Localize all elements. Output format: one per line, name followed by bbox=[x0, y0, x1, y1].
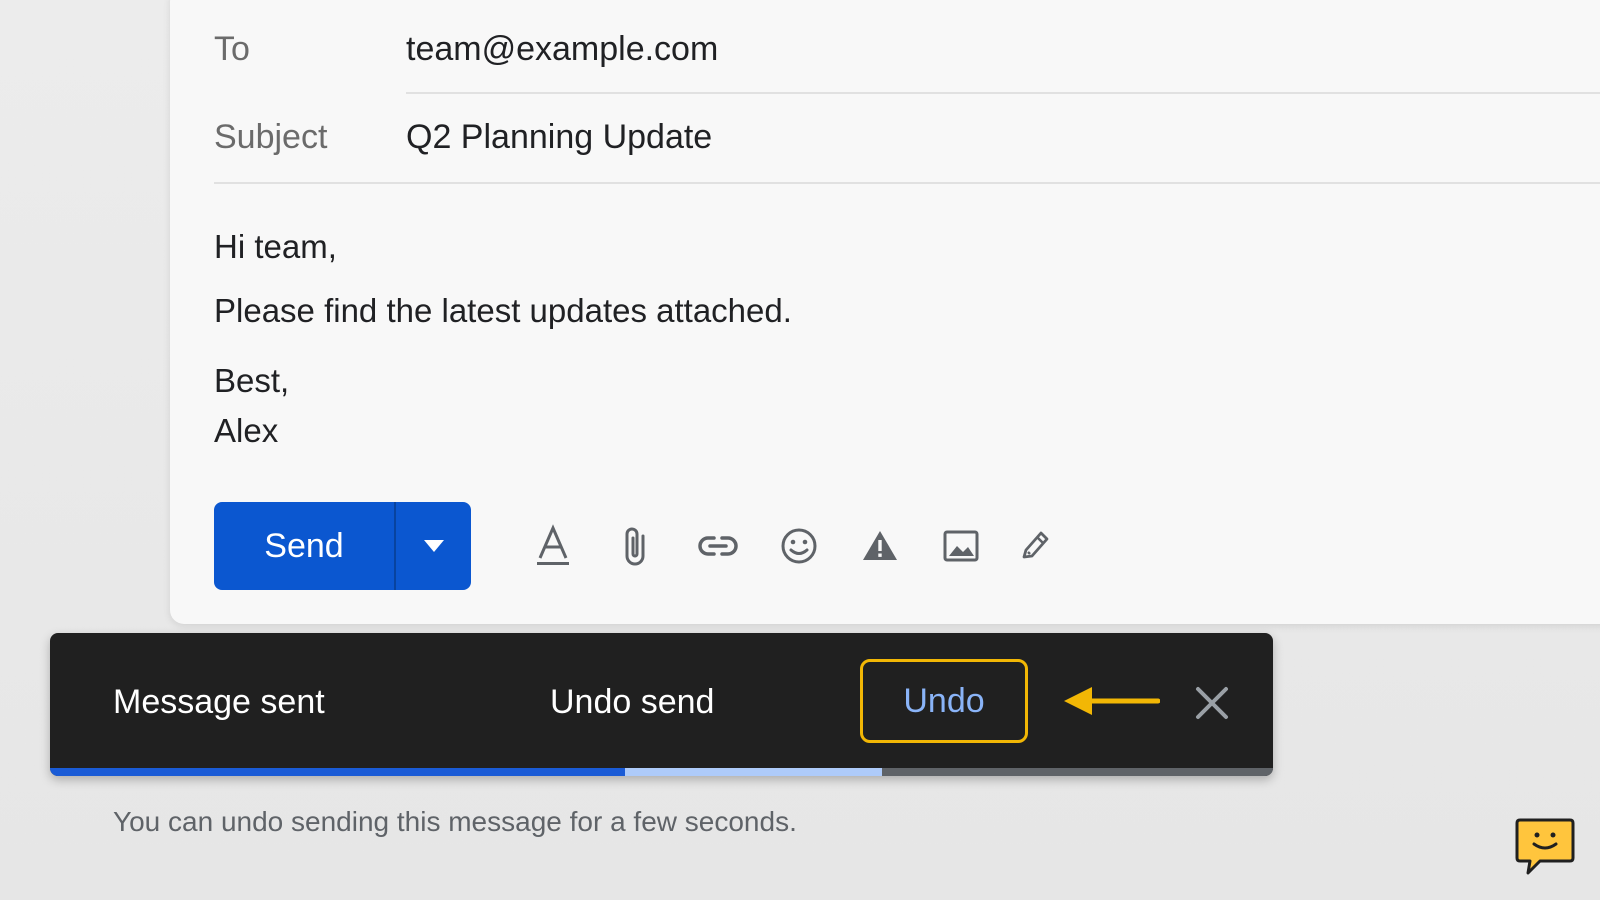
formatting-options-button[interactable] bbox=[529, 522, 577, 570]
send-button[interactable]: Send bbox=[214, 502, 396, 590]
to-divider bbox=[406, 92, 1600, 94]
body-name: Alex bbox=[214, 412, 279, 449]
body-greeting: Hi team, bbox=[214, 228, 337, 265]
insert-signature-button[interactable] bbox=[1010, 522, 1058, 570]
attach-icon bbox=[625, 527, 645, 566]
undo-timer-progress bbox=[50, 768, 1273, 776]
confidential-icon bbox=[863, 531, 897, 560]
text-format-icon bbox=[537, 524, 569, 565]
photo-icon bbox=[943, 530, 979, 562]
progress-buffer bbox=[624, 768, 882, 776]
body-line: Please find the latest updates attached. bbox=[214, 292, 792, 329]
undo-send-label: Undo send bbox=[550, 682, 715, 721]
body-signoff: Best, bbox=[214, 362, 290, 399]
emoji-icon bbox=[781, 528, 817, 564]
undo-button[interactable]: Undo bbox=[860, 659, 1028, 743]
subject-label: Subject bbox=[214, 118, 328, 156]
to-field[interactable]: team@example.com bbox=[406, 30, 718, 69]
pointer-arrow-icon bbox=[1064, 687, 1160, 715]
insert-emoji-button[interactable] bbox=[775, 522, 823, 570]
feedback-chat-icon[interactable] bbox=[1514, 816, 1576, 876]
confidential-mode-button[interactable] bbox=[856, 522, 904, 570]
subject-field[interactable]: Q2 Planning Update bbox=[406, 118, 712, 157]
insert-photo-button[interactable] bbox=[937, 522, 985, 570]
subject-divider bbox=[214, 182, 1600, 184]
send-button-group: Send bbox=[214, 502, 471, 590]
link-icon bbox=[698, 536, 738, 556]
message-sent-snackbar: Message sent Undo send Undo bbox=[50, 633, 1273, 776]
message-sent-text: Message sent bbox=[113, 682, 325, 721]
progress-fill bbox=[50, 768, 625, 776]
send-options-button[interactable] bbox=[396, 502, 471, 590]
signature-icon bbox=[1022, 531, 1049, 559]
undo-hint-text: You can undo sending this message for a … bbox=[113, 806, 797, 837]
attach-files-button[interactable] bbox=[612, 522, 660, 570]
to-label: To bbox=[214, 30, 250, 68]
send-options-icon bbox=[423, 540, 444, 552]
close-icon[interactable] bbox=[1190, 681, 1234, 725]
insert-link-button[interactable] bbox=[694, 522, 742, 570]
